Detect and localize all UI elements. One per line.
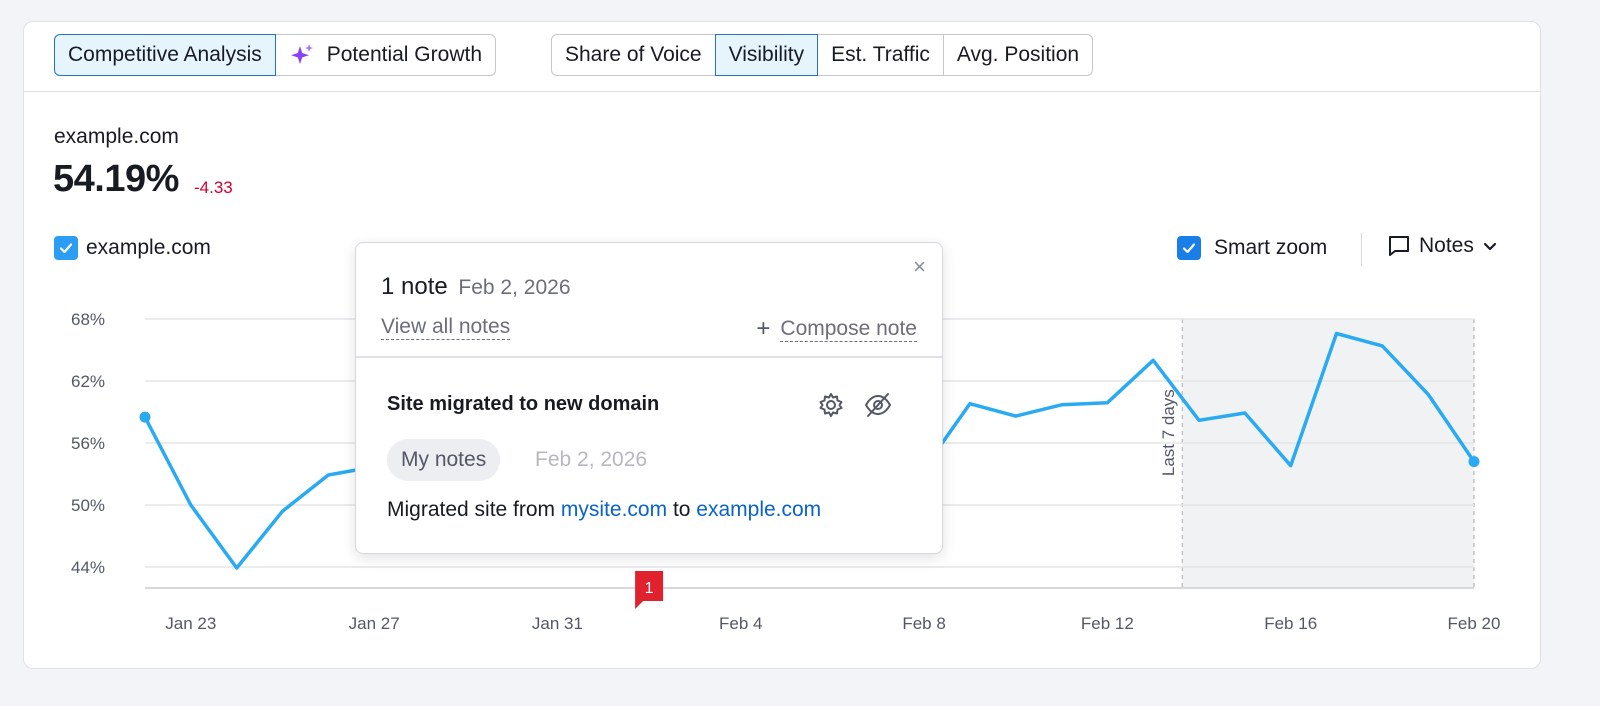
visibility-card: Competitive Analysis Potential Growth Sh… xyxy=(23,21,1541,669)
series-line-start xyxy=(143,416,375,570)
popover-title: 1 note Feb 2, 2026 xyxy=(381,273,571,301)
popover-date: Feb 2, 2026 xyxy=(458,276,571,299)
link-example[interactable]: example.com xyxy=(696,498,821,521)
y-tick-label: 68% xyxy=(71,310,105,329)
x-tick-label: Feb 8 xyxy=(902,614,945,633)
note-marker-flag[interactable]: 1 xyxy=(635,571,664,609)
compose-note-label: Compose note xyxy=(780,316,917,342)
note-popover: × 1 note Feb 2, 2026 View all notes + Co… xyxy=(355,242,943,554)
eye-off-icon[interactable] xyxy=(863,391,893,419)
tab-visibility[interactable]: Visibility xyxy=(714,34,819,76)
y-tick-label: 44% xyxy=(71,558,105,577)
y-tick-label: 56% xyxy=(71,434,105,453)
last-7-days-label: Last 7 days xyxy=(1159,389,1178,476)
note-date: Feb 2, 2026 xyxy=(535,448,648,471)
x-tick-label: Feb 16 xyxy=(1264,614,1317,633)
note-marker-count: 1 xyxy=(645,580,654,597)
x-tick-label: Feb 4 xyxy=(719,614,762,633)
note-body-prefix: Migrated site from xyxy=(387,498,556,521)
note-body-mid: to xyxy=(672,498,691,521)
note-tag-my-notes[interactable]: My notes xyxy=(387,439,501,481)
series-endpoint xyxy=(1468,456,1480,468)
popover-divider xyxy=(356,356,942,358)
x-tick-label: Feb 12 xyxy=(1081,614,1134,633)
tab-label: Competitive Analysis xyxy=(68,43,262,66)
note-title: Site migrated to new domain xyxy=(387,393,660,415)
tab-label: Visibility xyxy=(728,43,805,66)
link-mysite[interactable]: mysite.com xyxy=(561,498,667,521)
popover-count: 1 note xyxy=(381,273,448,300)
plus-icon: + xyxy=(756,315,771,342)
x-tick-label: Jan 23 xyxy=(165,614,216,633)
tab-competitive-analysis[interactable]: Competitive Analysis xyxy=(54,34,276,76)
note-body: Migrated site from mysite.com to example… xyxy=(387,498,821,522)
close-icon[interactable]: × xyxy=(913,255,926,279)
x-tick-label: Feb 20 xyxy=(1448,614,1501,633)
x-tick-label: Jan 31 xyxy=(532,614,583,633)
gear-icon[interactable] xyxy=(817,391,845,419)
compose-note-button[interactable]: + Compose note xyxy=(756,315,917,343)
series-endpoint xyxy=(139,411,151,423)
y-tick-label: 62% xyxy=(71,372,105,391)
x-tick-label: Jan 27 xyxy=(349,614,400,633)
y-tick-label: 50% xyxy=(71,496,105,515)
view-all-notes-link[interactable]: View all notes xyxy=(381,315,511,340)
